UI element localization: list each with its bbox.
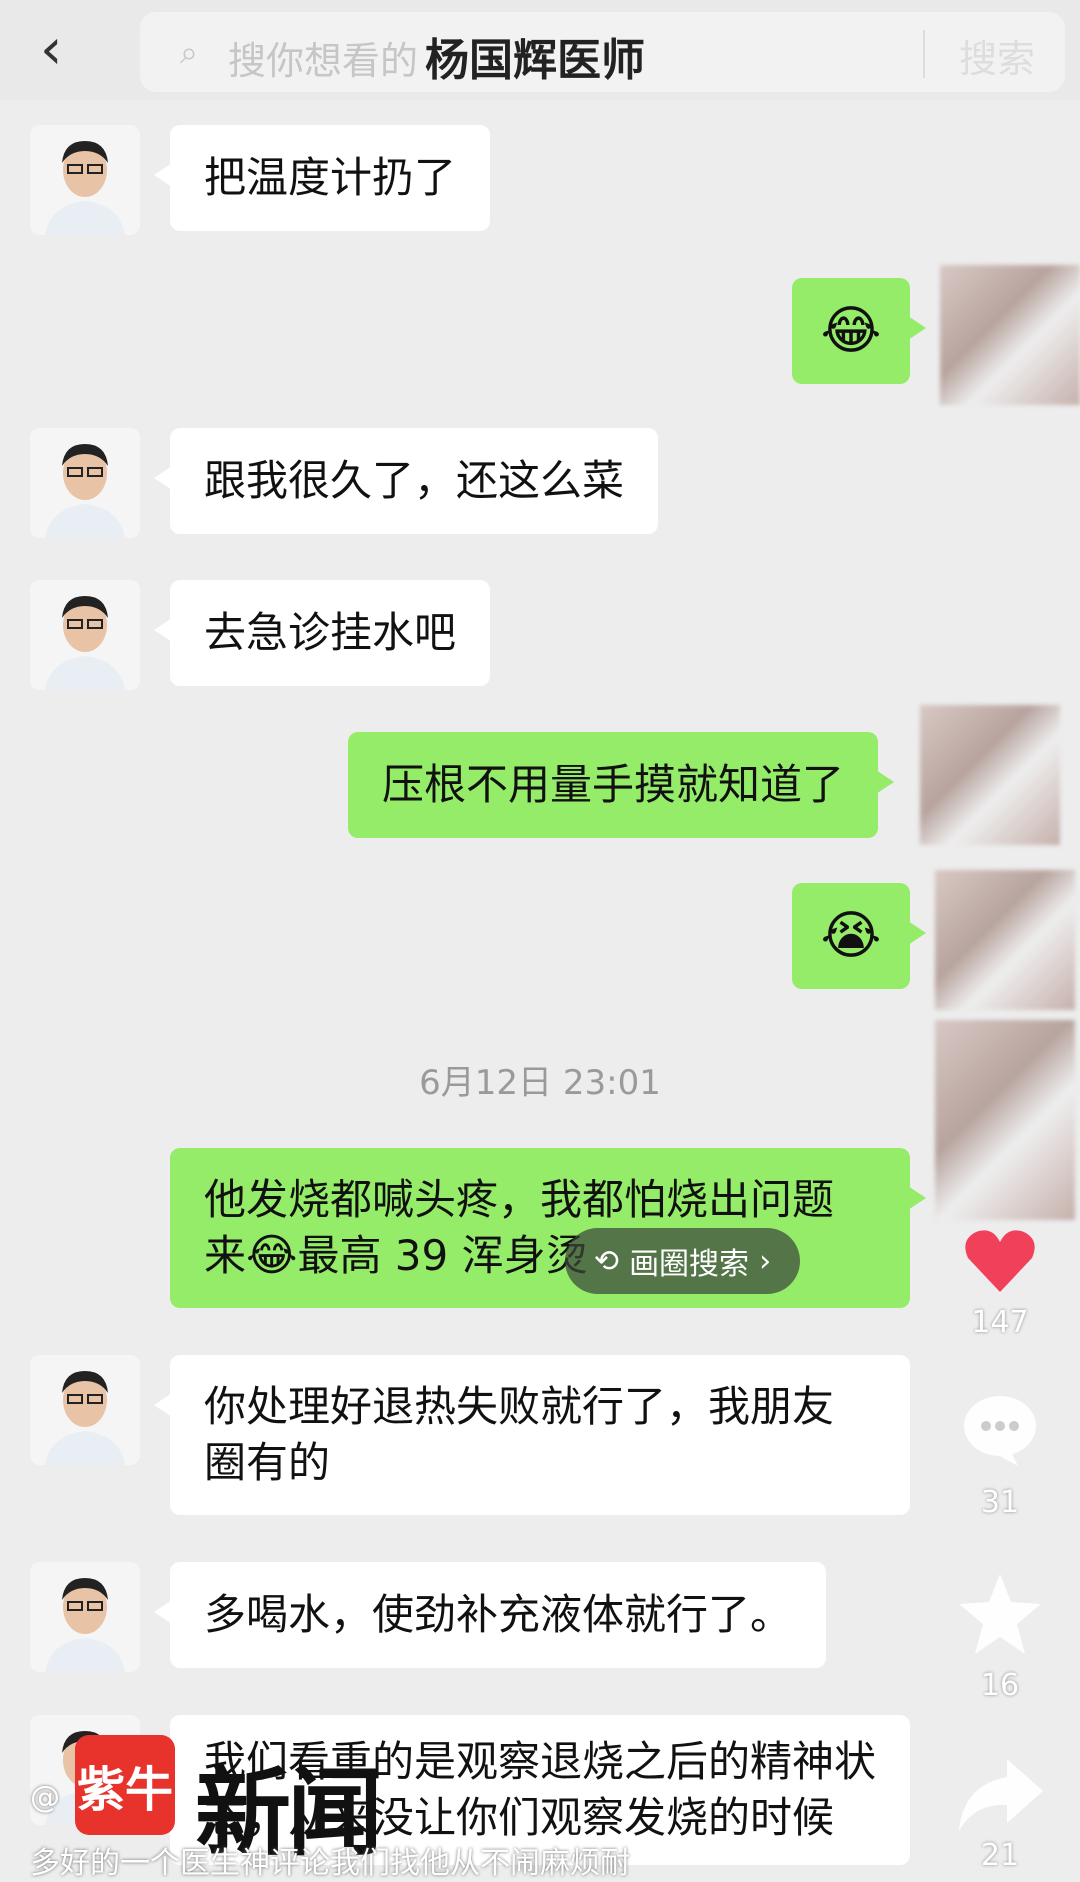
- message-bubble-sent[interactable]: 他发烧都喊头疼，我都怕烧出问题 来😂最高 39 浑身烫: [170, 1148, 926, 1308]
- chevron-right-icon: ›: [759, 1243, 772, 1279]
- share-count: 21: [980, 1838, 1020, 1873]
- doctor-avatar[interactable]: [30, 428, 140, 538]
- message-bubble-sent[interactable]: 压根不用量手摸就知道了: [348, 732, 895, 838]
- circle-search-button[interactable]: ⟲ 画圈搜索 ›: [565, 1228, 800, 1294]
- message-bubble-sent[interactable]: 😭: [792, 883, 926, 989]
- message-text: 把温度计扔了: [204, 153, 457, 202]
- like-heart-icon[interactable]: [960, 1220, 1040, 1300]
- message-bubble-received[interactable]: 多喝水，使劲补充液体就行了。: [153, 1562, 827, 1668]
- message-bubble-received[interactable]: 你处理好退热失败就行了，我朋友 圈有的: [154, 1355, 910, 1515]
- top-bar: ‹ ⌕ 搜你想看的 杨国辉医师 搜索: [0, 0, 1080, 100]
- message-text: 压根不用量手摸就知道了: [382, 760, 845, 809]
- search-button[interactable]: 搜索: [959, 28, 1035, 83]
- chat-title: 杨国辉医师: [425, 35, 645, 86]
- search-divider: [923, 30, 925, 78]
- message-text-line: 来😂最高 39 浑身烫: [204, 1230, 588, 1281]
- message-text: 去急诊挂水吧: [204, 608, 457, 657]
- favorite-star-icon[interactable]: [955, 1570, 1045, 1660]
- message-bubble-sent[interactable]: 😂: [792, 278, 926, 384]
- share-arrow-icon[interactable]: [955, 1755, 1045, 1835]
- search-placeholder: 搜你想看的: [228, 39, 419, 83]
- circle-search-icon: ⟲: [593, 1243, 620, 1279]
- user-avatar-blurred[interactable]: [920, 705, 1060, 845]
- message-text-line: 圈有的: [204, 1438, 331, 1487]
- message-text-line: 他发烧都喊头疼，我都怕烧出问题: [204, 1175, 835, 1224]
- user-avatar-blurred[interactable]: [935, 870, 1075, 1010]
- doctor-avatar[interactable]: [30, 580, 140, 690]
- doctor-avatar[interactable]: [30, 1355, 140, 1465]
- back-arrow-icon[interactable]: ‹: [40, 20, 100, 80]
- author-handle[interactable]: @: [30, 1780, 60, 1815]
- message-bubble-received[interactable]: 去急诊挂水吧: [153, 580, 491, 686]
- message-bubble-received[interactable]: 把温度计扔了: [153, 125, 491, 231]
- user-avatar-blurred[interactable]: [935, 1020, 1075, 1220]
- message-bubble-received[interactable]: 跟我很久了，还这么菜: [153, 428, 659, 534]
- message-text: 多喝水，使劲补充液体就行了。: [204, 1590, 793, 1639]
- doctor-avatar[interactable]: [30, 125, 140, 235]
- doctor-avatar[interactable]: [30, 1562, 140, 1672]
- comment-count: 31: [980, 1485, 1020, 1520]
- brand-logo: 紫牛: [75, 1735, 175, 1835]
- search-icon: ⌕: [180, 33, 198, 71]
- video-caption[interactable]: 多好的一个医生神评论我们找他从不闹麻烦耐: [30, 1838, 630, 1882]
- crying-emoji-icon: 😭: [820, 906, 882, 966]
- search-box[interactable]: ⌕ 搜你想看的 杨国辉医师 搜索: [140, 12, 1065, 92]
- message-text: 跟我很久了，还这么菜: [204, 456, 625, 505]
- favorite-count: 16: [980, 1668, 1020, 1703]
- user-avatar-blurred[interactable]: [940, 265, 1080, 405]
- circle-search-label: 画圈搜索: [629, 1247, 750, 1282]
- comment-icon[interactable]: [960, 1390, 1040, 1470]
- laugh-cry-emoji-icon: 😂: [820, 301, 882, 361]
- laugh-cry-emoji-icon: 😂: [246, 1230, 298, 1281]
- like-count: 147: [971, 1305, 1029, 1340]
- message-text-line: 你处理好退热失败就行了，我朋友: [204, 1382, 835, 1431]
- message-timestamp: 6月12日 23:01: [419, 1063, 661, 1103]
